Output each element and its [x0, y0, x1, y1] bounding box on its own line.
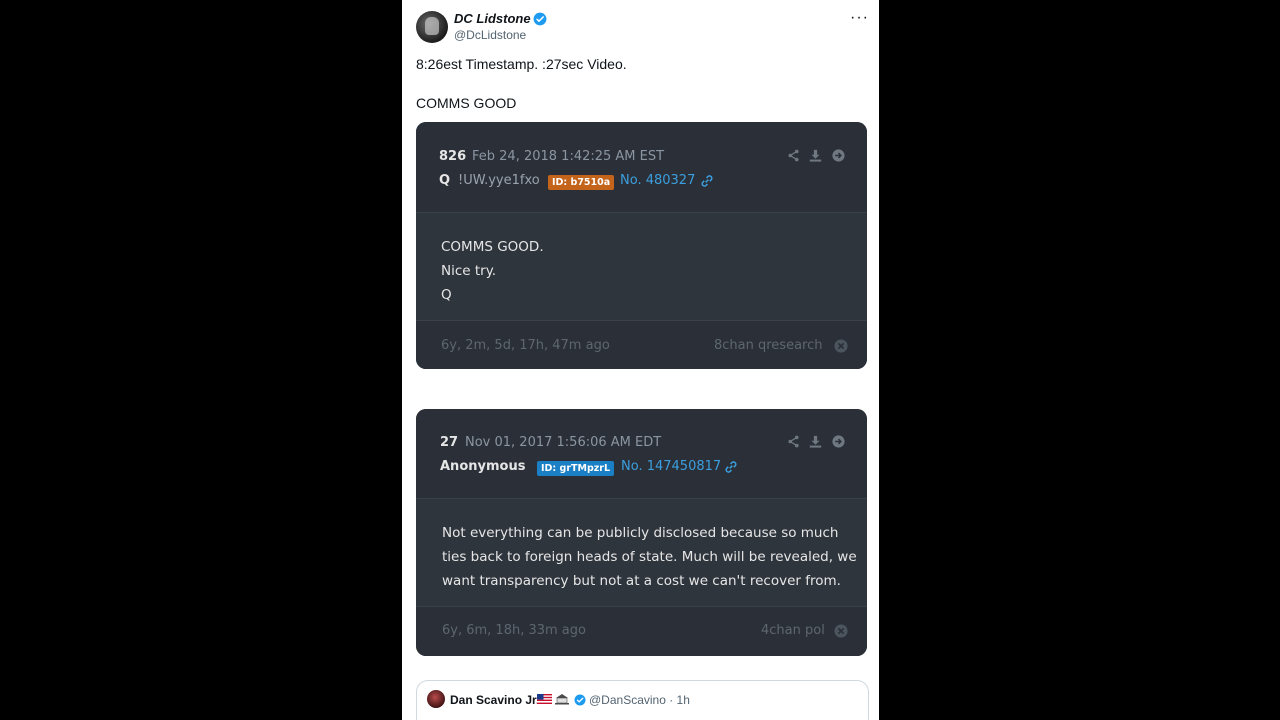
card-header: 826 Feb 24, 2018 1:42:25 AM EST Q !UW.yy… [416, 122, 867, 213]
us-flag-icon [537, 694, 552, 704]
go-to-post-icon[interactable] [832, 149, 845, 162]
q-post-card: 826 Feb 24, 2018 1:42:25 AM EST Q !UW.yy… [416, 122, 867, 369]
tweet-text-line-2: COMMS GOOD [416, 95, 517, 111]
share-icon[interactable] [787, 149, 800, 162]
author-handle[interactable]: @DcLidstone [454, 28, 526, 42]
post-age: 6y, 2m, 5d, 17h, 47m ago [441, 338, 610, 353]
quoted-tweet[interactable]: Dan Scavino Jr. @DanScavino · 1h [416, 680, 869, 720]
verified-badge-icon [533, 12, 547, 26]
quoted-author-name[interactable]: Dan Scavino Jr. [450, 693, 539, 707]
post-date: Feb 24, 2018 1:42:25 AM EST [472, 149, 665, 164]
poster-name: Q [439, 173, 451, 188]
close-icon[interactable] [834, 339, 848, 353]
post-date: Nov 01, 2017 1:56:06 AM EDT [465, 435, 662, 450]
post-body-line: Not everything can be publicly disclosed… [442, 525, 839, 541]
link-icon[interactable] [700, 174, 714, 188]
download-icon[interactable] [809, 149, 822, 162]
card-footer: 6y, 6m, 18h, 33m ago 4chan pol [416, 607, 867, 656]
post-number-link[interactable]: No. 480327 [620, 173, 695, 188]
poster-id-badge: ID: grTMpzrL [537, 461, 615, 476]
quoted-author-handle[interactable]: @DanScavino · 1h [589, 693, 690, 707]
more-options-button[interactable]: ··· [850, 9, 869, 27]
download-icon[interactable] [809, 435, 822, 448]
board-name[interactable]: 4chan pol [761, 623, 825, 638]
author-avatar[interactable] [416, 11, 448, 43]
tripcode: !UW.yye1fxo [458, 173, 540, 188]
tweet-text-line-1: 8:26est Timestamp. :27sec Video. [416, 56, 627, 72]
post-number: 27 [440, 435, 459, 450]
white-house-icon [555, 694, 569, 705]
card-header: 27 Nov 01, 2017 1:56:06 AM EDT Anonymous… [416, 409, 867, 499]
verified-badge-icon [574, 694, 586, 706]
post-body-line: COMMS GOOD. [441, 239, 544, 255]
post-age: 6y, 6m, 18h, 33m ago [442, 623, 586, 638]
link-icon[interactable] [724, 460, 738, 474]
board-name[interactable]: 8chan qresearch [714, 338, 823, 353]
quoted-author-avatar[interactable] [427, 690, 445, 708]
post-body: Not everything can be publicly disclosed… [416, 499, 867, 607]
post-body-line: ties back to foreign heads of state. Muc… [442, 549, 857, 565]
card-footer: 6y, 2m, 5d, 17h, 47m ago 8chan qresearch [416, 321, 867, 369]
tweet-page: DC Lidstone @DcLidstone ··· 8:26est Time… [402, 0, 879, 720]
author-name[interactable]: DC Lidstone [454, 11, 531, 26]
go-to-post-icon[interactable] [832, 435, 845, 448]
poster-id-badge: ID: b7510a [548, 175, 615, 190]
post-body: COMMS GOOD. Nice try. Q [416, 213, 867, 321]
share-icon[interactable] [787, 435, 800, 448]
post-body-line: want transparency but not at a cost we c… [442, 573, 841, 589]
poster-name: Anonymous [440, 459, 526, 474]
post-body-line: Nice try. [441, 263, 497, 279]
post-number: 826 [439, 149, 467, 164]
post-number-link[interactable]: No. 147450817 [621, 459, 721, 474]
close-icon[interactable] [834, 624, 848, 638]
anon-post-card: 27 Nov 01, 2017 1:56:06 AM EDT Anonymous… [416, 409, 867, 656]
post-body-line: Q [441, 287, 452, 303]
